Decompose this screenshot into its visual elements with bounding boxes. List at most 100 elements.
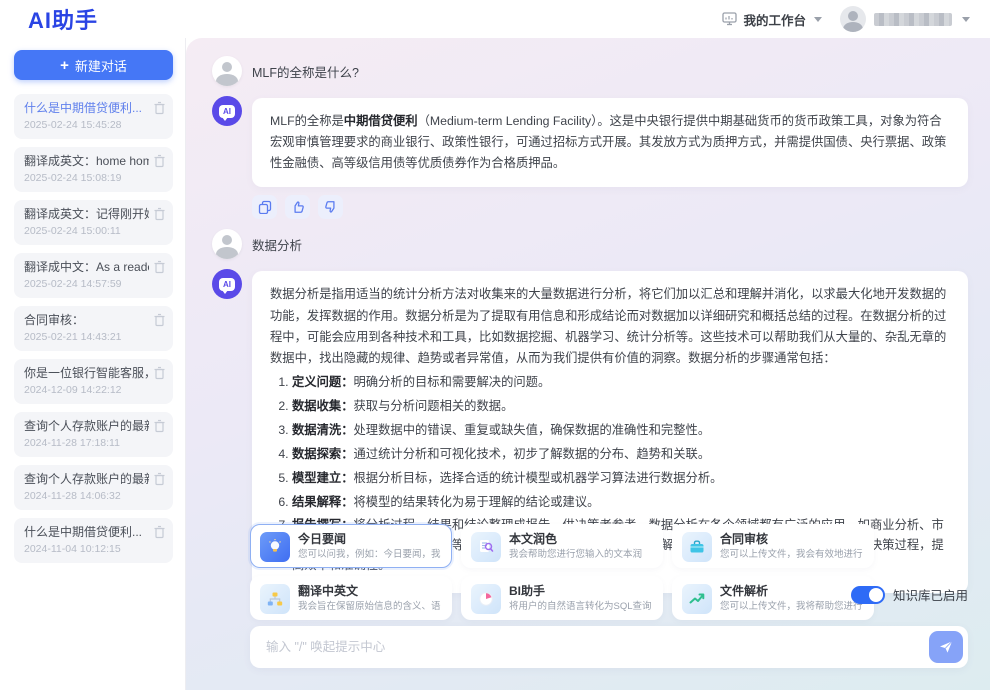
trash-icon[interactable] [153, 101, 166, 115]
card-file-parse[interactable]: 文件解析 您可以上传文件，我将帮助您进行如数据处理、信息检索、自动化办公等。 [672, 576, 874, 620]
chevron-down-icon [962, 17, 970, 22]
plus-icon: + [60, 58, 69, 73]
card-text-polish[interactable]: 本文润色 我会帮助您进行您输入的文本润色，提高文本的流畅度和表达效果。 [461, 524, 663, 568]
conversation-time: 2024-12-09 14:22:12 [24, 383, 149, 398]
card-title: 合同审核 [720, 532, 864, 546]
ai-text-bold: 中期借贷便利 [344, 114, 418, 128]
conversation-title: 什么是中期借贷便利... [24, 100, 149, 116]
card-desc: 您可以问我，例如：今日要闻，我会尽力提供准确和可靠的答案。 [298, 548, 442, 560]
card-contract-review[interactable]: 合同审核 您可以上传文件，我会有效地进行合同审核，确保合同满足您的业务需求。 [672, 524, 874, 568]
trash-icon[interactable] [153, 472, 166, 486]
message-actions [252, 195, 968, 219]
step-item: 数据清洗：处理数据中的错误、重复或缺失值，确保数据的准确性和完整性。 [292, 421, 950, 441]
username-redacted [874, 13, 952, 26]
send-button[interactable] [929, 631, 963, 663]
ai-intro: 数据分析是指用适当的统计分析方法对收集来的大量数据进行分析，将它们加以汇总和理解… [270, 284, 950, 369]
conversation-time: 2025-02-24 15:00:11 [24, 224, 149, 239]
new-chat-button[interactable]: + 新建对话 [14, 50, 173, 80]
app-window: AI助手 我的工作台 + 新建对话 什么是中期借贷便利... 2025-02-2… [0, 0, 990, 690]
pie-chart-icon [471, 584, 501, 614]
bottom-zone: 今日要闻 您可以问我，例如：今日要闻，我会尽力提供准确和可靠的答案。 本文润色 … [250, 524, 968, 668]
conversation-item[interactable]: 合同审核： 2025-02-21 14:43:21 [14, 306, 173, 351]
user-message: 数据分析 [212, 229, 968, 259]
ai-avatar: AI [212, 269, 242, 299]
conversation-title: 查询个人存款账户的最新... [24, 418, 149, 434]
trash-icon[interactable] [153, 419, 166, 433]
thumbs-down-button[interactable] [318, 195, 343, 219]
card-desc: 我会旨在保留原始信息的含义、语气和风格，以确保翻译的准确性和自然流畅。 [298, 600, 442, 612]
conversation-item[interactable]: 查询个人存款账户的最新... 2024-11-28 14:06:32 [14, 465, 173, 510]
user-avatar [840, 6, 866, 32]
trash-icon[interactable] [153, 154, 166, 168]
trash-icon[interactable] [153, 207, 166, 221]
conversation-title: 翻译成英文：home home [24, 153, 149, 169]
copy-button[interactable] [252, 195, 277, 219]
workspace-menu[interactable]: 我的工作台 [722, 10, 822, 29]
thumbs-up-button[interactable] [285, 195, 310, 219]
trend-arrow-icon [682, 584, 712, 614]
ai-avatar: AI [212, 96, 242, 126]
knowledge-base-label: 知识库已启用 [893, 585, 968, 604]
step-item: 模型建立：根据分析目标，选择合适的统计模型或机器学习算法进行数据分析。 [292, 469, 950, 489]
card-desc: 您可以上传文件，我会有效地进行合同审核，确保合同满足您的业务需求。 [720, 548, 864, 560]
user-avatar [212, 229, 242, 259]
trash-icon[interactable] [153, 366, 166, 380]
conversation-time: 2025-02-24 15:45:28 [24, 118, 149, 133]
chevron-down-icon [814, 17, 822, 22]
conversation-title: 查询个人存款账户的最新... [24, 471, 149, 487]
user-menu[interactable] [840, 6, 970, 32]
conversation-item[interactable]: 什么是中期借贷便利... 2024-11-04 10:12:15 [14, 518, 173, 563]
conversation-item[interactable]: 查询个人存款账户的最新... 2024-11-28 17:18:11 [14, 412, 173, 457]
conversation-title: 你是一位银行智能客服，... [24, 365, 149, 381]
conversation-item[interactable]: 翻译成英文：记得刚开始... 2025-02-24 15:00:11 [14, 200, 173, 245]
quick-cards: 今日要闻 您可以问我，例如：今日要闻，我会尽力提供准确和可靠的答案。 本文润色 … [250, 524, 968, 620]
trash-icon[interactable] [153, 313, 166, 327]
card-title: BI助手 [509, 584, 653, 598]
conversation-title: 什么是中期借贷便利... [24, 524, 149, 540]
user-avatar [212, 56, 242, 86]
conversation-item[interactable]: 你是一位银行智能客服，... 2024-12-09 14:22:12 [14, 359, 173, 404]
workspace-label: 我的工作台 [743, 10, 806, 29]
chat-panel: MLF的全称是什么? AI MLF的全称是中期借贷便利（Medium-term … [186, 38, 990, 690]
step-item: 定义问题：明确分析的目标和需要解决的问题。 [292, 373, 950, 393]
sidebar: + 新建对话 什么是中期借贷便利... 2025-02-24 15:45:28 … [0, 38, 186, 690]
conversation-item[interactable]: 翻译成中文：As a reader... 2025-02-24 14:57:59 [14, 253, 173, 298]
step-item: 结果解释：将模型的结果转化为易于理解的结论或建议。 [292, 493, 950, 513]
new-chat-label: 新建对话 [75, 56, 127, 75]
card-desc: 将用户的自然语言转化为SQL查询语句，并直接与数据库进行交互，返回智能推荐的图表… [509, 600, 653, 612]
knowledge-base-toggle[interactable] [851, 586, 885, 604]
monitor-icon [722, 12, 737, 26]
conversation-item[interactable]: 翻译成英文：home home 2025-02-24 15:08:19 [14, 147, 173, 192]
card-translate[interactable]: 翻译中英文 我会旨在保留原始信息的含义、语气和风格，以确保翻译的准确性和自然流畅… [250, 576, 452, 620]
trash-icon[interactable] [153, 260, 166, 274]
conversation-list: 什么是中期借贷便利... 2025-02-24 15:45:28 翻译成英文：h… [14, 94, 173, 563]
step-item: 数据探索：通过统计分析和可视化技术，初步了解数据的分布、趋势和关联。 [292, 445, 950, 465]
card-today-news[interactable]: 今日要闻 您可以问我，例如：今日要闻，我会尽力提供准确和可靠的答案。 [250, 524, 452, 568]
paper-plane-icon [938, 639, 954, 655]
card-bi-assistant[interactable]: BI助手 将用户的自然语言转化为SQL查询语句，并直接与数据库进行交互，返回智能… [461, 576, 663, 620]
conversation-time: 2024-11-28 14:06:32 [24, 489, 149, 504]
message-input[interactable] [266, 640, 929, 654]
trash-icon[interactable] [153, 525, 166, 539]
conversation-time: 2025-02-24 15:08:19 [24, 171, 149, 186]
conversation-time: 2024-11-28 17:18:11 [24, 436, 149, 451]
card-title: 文件解析 [720, 584, 864, 598]
user-message: MLF的全称是什么? [212, 56, 968, 86]
knowledge-base-row: 知识库已启用 [851, 585, 968, 604]
ai-text: MLF的全称是 [270, 114, 344, 128]
card-title: 本文润色 [509, 532, 653, 546]
composer [250, 626, 968, 668]
briefcase-icon [682, 532, 712, 562]
conversation-item[interactable]: 什么是中期借贷便利... 2025-02-24 15:45:28 [14, 94, 173, 139]
conversation-title: 翻译成英文：记得刚开始... [24, 206, 149, 222]
conversation-time: 2025-02-21 14:43:21 [24, 330, 149, 345]
user-message-text: MLF的全称是什么? [252, 62, 359, 81]
card-desc: 您可以上传文件，我将帮助您进行如数据处理、信息检索、自动化办公等。 [720, 600, 864, 612]
ai-message-bubble: MLF的全称是中期借贷便利（Medium-term Lending Facili… [252, 98, 968, 187]
bulb-icon [260, 532, 290, 562]
topbar: AI助手 我的工作台 [0, 0, 990, 38]
conversation-title: 合同审核： [24, 312, 149, 328]
doc-magnifier-icon [471, 532, 501, 562]
step-item: 数据收集：获取与分析问题相关的数据。 [292, 397, 950, 417]
card-title: 翻译中英文 [298, 584, 442, 598]
